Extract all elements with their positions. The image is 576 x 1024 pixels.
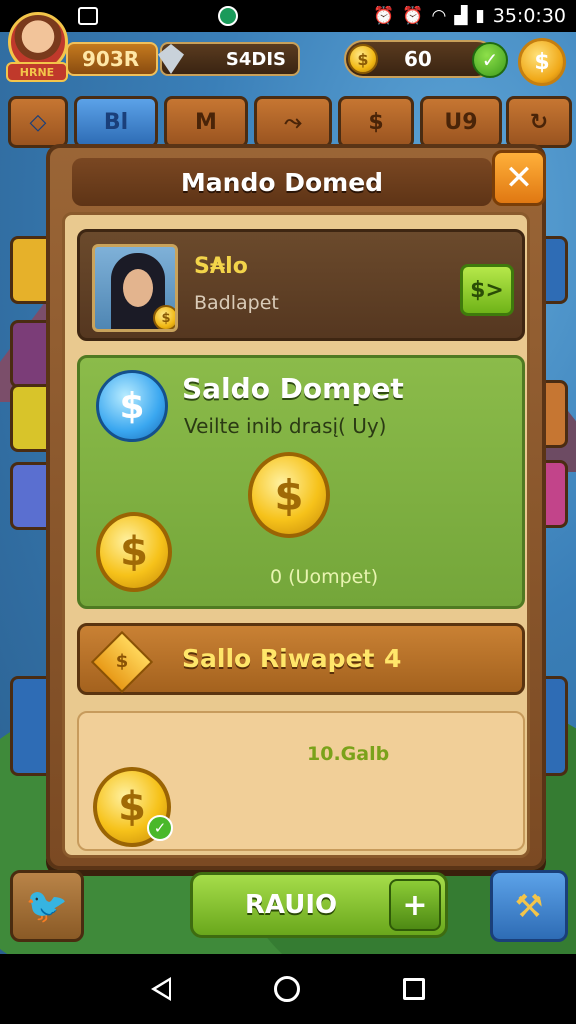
status-time: 35:0:30 (492, 5, 566, 27)
tools-icon: ⚒ (514, 887, 544, 925)
navigation-bar (0, 954, 576, 1024)
coin-value: 60 (404, 47, 432, 71)
portrait-coin-icon: $ (153, 305, 175, 329)
tab-5[interactable]: ↻ (506, 96, 572, 148)
tools-button[interactable]: ⚒ (490, 870, 568, 942)
coin-icon: $ (348, 44, 378, 74)
gold-coin-icon: $ (96, 512, 172, 592)
check-icon: ✓ (147, 815, 173, 841)
dialog-title: Mando Domed (72, 158, 492, 206)
tab-diamond[interactable]: ◇ (8, 96, 68, 148)
profile-card: $ S₳lo Badlapet $> (77, 229, 525, 341)
battery-icon: ▮ (475, 6, 485, 26)
blue-coin-icon: $ (96, 370, 168, 442)
gallery-icon (78, 7, 98, 25)
profile-name: S₳lo (194, 254, 248, 279)
balance-area: 10.Galb $ ✓ (77, 711, 525, 851)
home-icon[interactable] (273, 976, 300, 1002)
recents-icon[interactable] (402, 978, 425, 1000)
gold-coin-icon: $ (248, 452, 330, 538)
bird-icon: 🐦 (25, 886, 69, 926)
tab-2[interactable]: ⤳ (254, 96, 332, 148)
gem-counter[interactable]: S4DIS (158, 42, 300, 76)
bird-button[interactable]: 🐦 (10, 870, 84, 942)
tab-0[interactable]: Bl (74, 96, 158, 148)
wallet-title: Saldo Dompet (182, 372, 404, 405)
close-button[interactable]: ✕ (492, 150, 546, 206)
diamond-icon: ◇ (29, 109, 47, 135)
back-icon[interactable] (151, 977, 172, 1001)
coin-counter[interactable]: $ 60 ✓ (344, 40, 508, 78)
main-action-label: RAUIO (244, 890, 338, 920)
dialog-body: $ S₳lo Badlapet $> $ Saldo Dompet Veilte… (62, 212, 530, 858)
signal-icon: ▟ (454, 6, 468, 26)
shop-coin-button[interactable]: $ (518, 38, 566, 86)
gem-icon (158, 44, 184, 74)
wallet-card: $ Saldo Dompet Veilte inib drasį( Uy) $ … (77, 355, 525, 609)
portrait-face (123, 269, 153, 307)
profile-portrait: $ (92, 244, 178, 332)
main-action-button[interactable]: RAUIO + (190, 872, 448, 938)
alarm2-icon: ⏰ (402, 6, 424, 26)
tab-bar: ◇ Bl M ⤳ $ U9 ↻ (8, 96, 574, 148)
balance-value: 10.Galb (307, 743, 390, 765)
tab-4[interactable]: U9 (420, 96, 502, 148)
wifi-icon: ◠ (431, 6, 447, 26)
wallet-note: 0 (Uompet) (270, 566, 379, 588)
reward-label: Sallo Riwapet (182, 644, 375, 673)
transfer-button[interactable]: $> (460, 264, 514, 316)
tab-1[interactable]: M (164, 96, 248, 148)
wallet-dialog: Mando Domed ✕ $ S₳lo Badlapet $> $ Saldo… (46, 144, 546, 870)
reward-count: 4 (384, 644, 402, 673)
reward-bar[interactable]: $ Sallo Riwapet 4 (77, 623, 525, 695)
profile-subtitle: Badlapet (194, 292, 279, 314)
reward-diamond-icon: $ (90, 630, 154, 694)
app-icon (218, 6, 238, 26)
add-coins-button[interactable]: ✓ (472, 42, 508, 78)
reward-diamond-symbol: $ (115, 651, 129, 672)
avatar-badge: HRNE (6, 62, 68, 82)
wallet-subtitle: Veilte inib drasį( Uy) (184, 414, 387, 438)
gem-value: S4DIS (225, 48, 286, 70)
plus-button[interactable]: + (389, 879, 441, 931)
level-display: 903R (66, 42, 158, 76)
tab-3[interactable]: $ (338, 96, 414, 148)
alarm-icon: ⏰ (373, 6, 395, 26)
status-bar: ⏰ ⏰ ◠ ▟ ▮ 35:0:30 (0, 0, 576, 32)
